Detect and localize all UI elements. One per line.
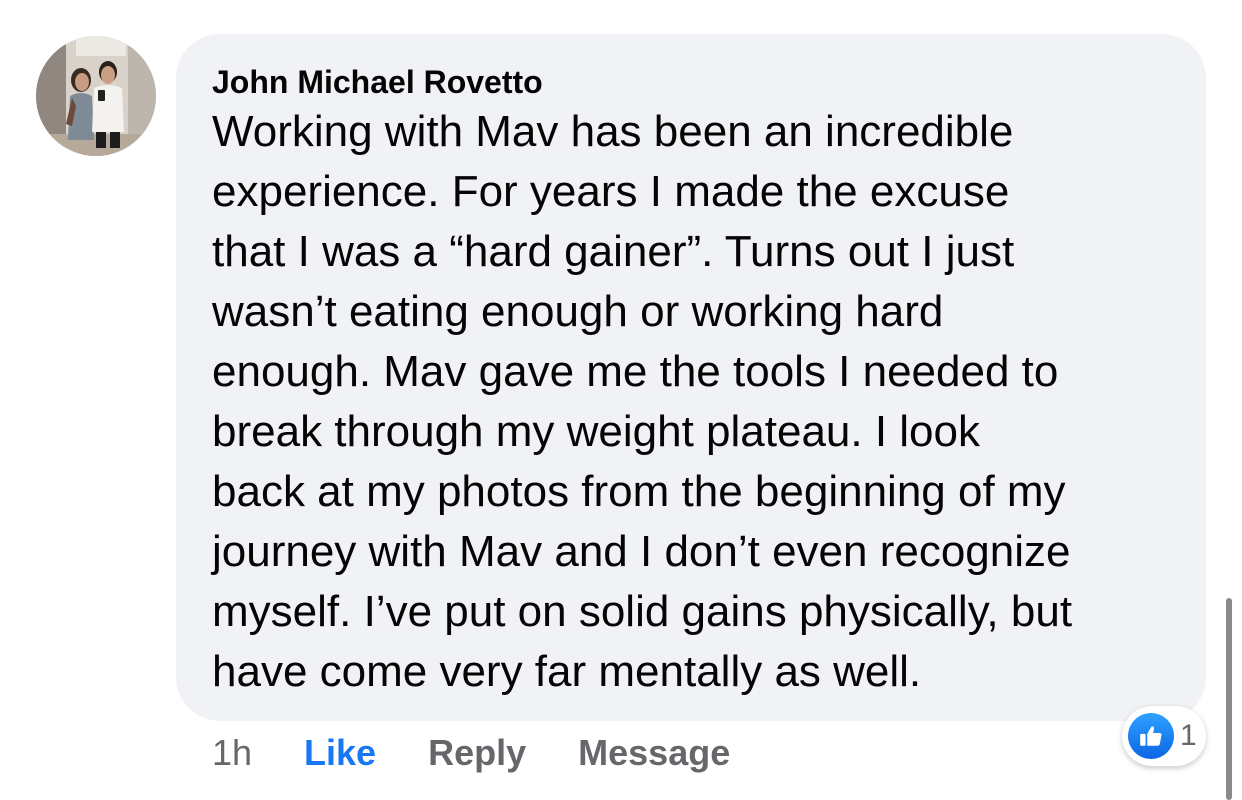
avatar[interactable] (36, 36, 156, 156)
comment-bubble: John Michael Rovetto Working with Mav ha… (176, 34, 1206, 721)
comment-text-line: myself. I’ve put on solid gains physical… (212, 587, 1073, 636)
comment-text-line: journey with Mav and I don’t even recogn… (212, 527, 1071, 576)
message-button[interactable]: Message (578, 732, 730, 774)
reaction-count: 1 (1180, 719, 1197, 752)
comment-text: Working with Mav has been an incredible e… (212, 102, 1170, 702)
scrollbar[interactable] (1226, 598, 1232, 800)
reaction-summary[interactable]: 1 (1122, 706, 1206, 766)
avatar-photo (36, 36, 156, 156)
reply-button[interactable]: Reply (428, 732, 526, 774)
comment-text-line: enough. Mav gave me the tools I needed t… (212, 347, 1059, 396)
comment-actions: 1h Like Reply Message (212, 730, 782, 776)
thumbs-up-icon (1128, 713, 1174, 759)
comment-text-line: experience. For years I made the excuse (212, 167, 1010, 216)
comment-text-line: that I was a “hard gainer”. Turns out I … (212, 227, 1015, 276)
comment-text-line: Working with Mav has been an incredible (212, 107, 1014, 156)
comment-timestamp[interactable]: 1h (212, 732, 252, 774)
comment-text-line: have come very far mentally as well. (212, 647, 922, 696)
like-button[interactable]: Like (304, 732, 376, 774)
comment-text-line: break through my weight plateau. I look (212, 407, 981, 456)
comment-author[interactable]: John Michael Rovetto (212, 62, 1170, 102)
comment-text-line: wasn’t eating enough or working hard (212, 287, 944, 336)
comment-text-line: back at my photos from the beginning of … (212, 467, 1066, 516)
